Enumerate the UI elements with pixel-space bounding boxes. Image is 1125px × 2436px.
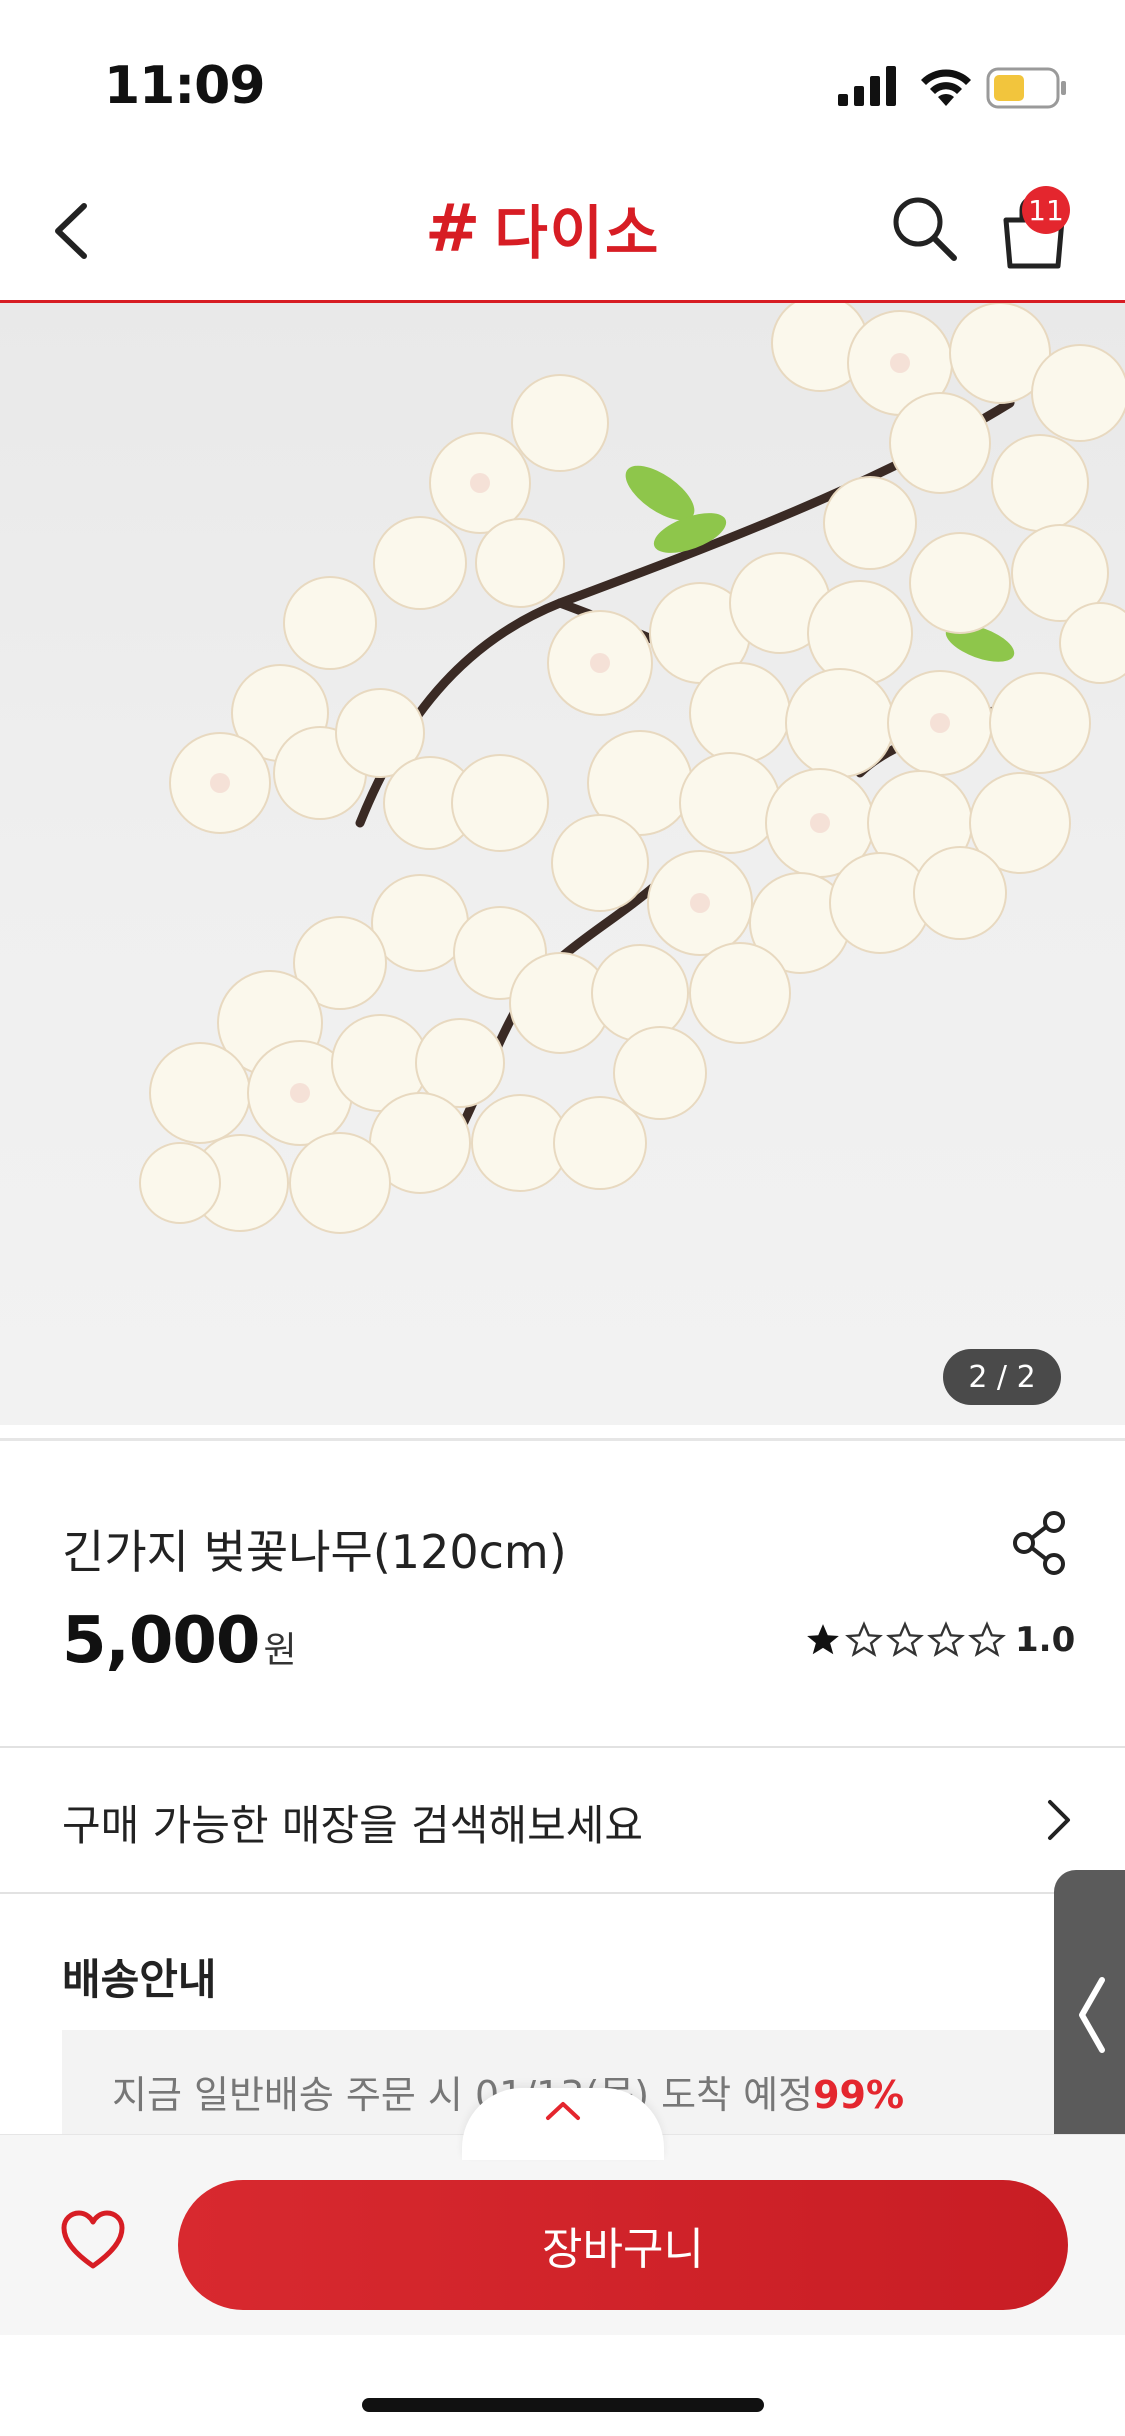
app-header: # 다이소 11 [0, 170, 1125, 303]
chevron-left-icon [1079, 1977, 1105, 2053]
product-image[interactable]: 2 / 2 [0, 303, 1125, 1425]
star-icon [968, 1621, 1006, 1657]
delivery-percent: 99% [813, 2073, 905, 2117]
chevron-right-icon [1048, 1800, 1070, 1840]
status-time: 11:09 [104, 56, 266, 116]
cherry-blossom-image [139, 303, 1125, 1234]
delivery-title: 배송안내 [62, 1955, 217, 2004]
price: 5,000 [62, 1604, 260, 1678]
side-drawer-tab[interactable] [1054, 1870, 1125, 2158]
image-counter: 2 / 2 [943, 1349, 1061, 1405]
divider [0, 1438, 1125, 1441]
home-indicator [362, 2398, 764, 2412]
battery-icon [986, 67, 1066, 109]
rating-value: 1.0 [1015, 1620, 1076, 1660]
heart-icon[interactable] [60, 2210, 126, 2270]
signal-icon [838, 66, 896, 106]
store-search-label: 구매 가능한 매장을 검색해보세요 [62, 1801, 644, 1850]
chevron-up-icon[interactable] [544, 2098, 582, 2124]
status-bar: 11:09 [0, 0, 1125, 170]
store-search-row[interactable]: 구매 가능한 매장을 검색해보세요 [0, 1746, 1125, 1894]
cart-count-badge: 11 [1022, 186, 1070, 234]
share-icon[interactable] [1012, 1510, 1068, 1576]
logo-text: 다이소 [494, 199, 661, 267]
star-icon [886, 1621, 924, 1657]
price-unit: 원 [263, 1630, 297, 1671]
add-to-cart-button[interactable]: 장바구니 [178, 2180, 1068, 2310]
product-title: 긴가지 벚꽃나무(120cm) [62, 1525, 567, 1579]
back-icon[interactable] [44, 196, 104, 266]
search-icon[interactable] [888, 192, 960, 264]
logo-hash: # [425, 189, 481, 267]
price-row: 5,000 원 [62, 1604, 297, 1678]
delivery-text: 지금 일반배송 주문 시 01/13(목) 도착 예정 [112, 2073, 814, 2117]
wifi-icon [921, 69, 971, 106]
star-icon [845, 1621, 883, 1657]
star-icon [927, 1621, 965, 1657]
star-icon [807, 1624, 839, 1655]
daiso-logo[interactable]: # 다이소 [425, 188, 660, 268]
rating: 1.0 [804, 1620, 1075, 1660]
